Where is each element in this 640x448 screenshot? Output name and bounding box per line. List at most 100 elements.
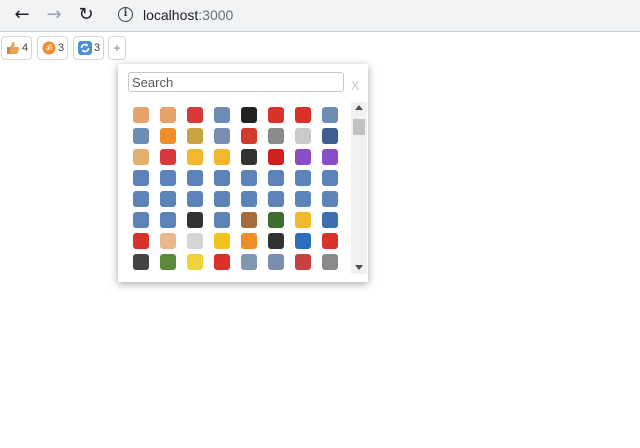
emoji-alien[interactable] xyxy=(265,125,287,147)
emoji-om[interactable] xyxy=(157,125,179,147)
ballot-box-check-icon xyxy=(133,254,149,270)
scroll-down-icon[interactable] xyxy=(355,265,363,270)
emoji-input-numbers[interactable] xyxy=(211,104,233,126)
emoji-airplane[interactable] xyxy=(211,125,233,147)
scroll-up-icon[interactable] xyxy=(355,105,363,110)
emoji-ant[interactable] xyxy=(238,146,260,168)
emoji-alarm-clock[interactable] xyxy=(238,125,260,147)
info-icon[interactable]: i xyxy=(118,7,133,22)
emoji-aerial-tramway[interactable] xyxy=(184,125,206,147)
emoji-articulated-lorry[interactable] xyxy=(265,209,287,231)
emoji-hundred[interactable] xyxy=(184,104,206,126)
emoji-anchor[interactable] xyxy=(319,125,341,147)
emoji-baby-bottle[interactable] xyxy=(184,230,206,252)
back-icon[interactable]: ← xyxy=(10,4,34,26)
back-icon xyxy=(268,233,284,249)
ambulance-icon xyxy=(295,128,311,144)
emoji-balloon[interactable] xyxy=(319,230,341,252)
emoji-bar-chart[interactable] xyxy=(265,251,287,273)
emoji-a-button[interactable] xyxy=(265,104,287,126)
arrow-down-icon xyxy=(214,170,230,186)
forward-icon[interactable]: → xyxy=(42,4,66,26)
emoji-arrow-right-hook[interactable] xyxy=(238,188,260,210)
thumbs-down-icon xyxy=(160,107,176,123)
emoji-art[interactable] xyxy=(238,209,260,231)
emoji-8-ball[interactable] xyxy=(238,104,260,126)
emoji-arrow-upper-right[interactable] xyxy=(157,209,179,231)
emoji-arrow-up-small[interactable] xyxy=(319,188,341,210)
scroll-thumb[interactable] xyxy=(353,119,365,135)
arrow-forward-icon xyxy=(268,170,284,186)
abcd-icon xyxy=(133,128,149,144)
emoji-arrow-up-down[interactable] xyxy=(292,188,314,210)
baggage-claim-icon xyxy=(295,233,311,249)
reaction-thumbs-up[interactable]: 4 xyxy=(1,36,32,60)
emoji-arrows-counterclockwise[interactable] xyxy=(211,209,233,231)
emoji-baby[interactable] xyxy=(157,230,179,252)
emoji-abc[interactable] xyxy=(319,104,341,126)
emoji-thumbs-down[interactable] xyxy=(157,104,179,126)
add-reaction-button[interactable]: + xyxy=(108,36,126,60)
emoji-baseball[interactable] xyxy=(319,251,341,273)
emoji-arrow-heading-up[interactable] xyxy=(319,167,341,189)
emoji-ab-button[interactable] xyxy=(292,104,314,126)
atm-icon xyxy=(322,212,338,228)
emoji-anguished[interactable] xyxy=(211,146,233,168)
emoji-astonished[interactable] xyxy=(292,209,314,231)
om-icon xyxy=(160,128,176,144)
emoji-arrow-upper-left[interactable] xyxy=(130,209,152,231)
emoji-bangbang[interactable] xyxy=(211,251,233,273)
emoji-abcd[interactable] xyxy=(130,125,152,147)
picker-scrollbar[interactable] xyxy=(351,102,367,274)
emoji-b-button[interactable] xyxy=(130,230,152,252)
emoji-banana[interactable] xyxy=(184,251,206,273)
emoji-baby-chick[interactable] xyxy=(211,230,233,252)
emoji-arrow-up[interactable] xyxy=(265,188,287,210)
emoji-arrow-lower-left[interactable] xyxy=(157,188,179,210)
url-port: :3000 xyxy=(198,7,234,23)
emoji-atm[interactable] xyxy=(319,209,341,231)
ab-button-icon xyxy=(295,107,311,123)
emoji-angry[interactable] xyxy=(184,146,206,168)
reload-icon[interactable]: ↻ xyxy=(74,4,98,26)
emoji-aquarius[interactable] xyxy=(292,146,314,168)
emoji-barber[interactable] xyxy=(292,251,314,273)
emoji-angel[interactable] xyxy=(130,146,152,168)
emoji-arrow-lower-right[interactable] xyxy=(184,188,206,210)
emoji-baby-symbol[interactable] xyxy=(238,230,260,252)
emoji-anger[interactable] xyxy=(157,146,179,168)
arrow-up-down-icon xyxy=(295,191,311,207)
emoji-arrow-left[interactable] xyxy=(130,188,152,210)
emoji-arrow-double-down[interactable] xyxy=(157,167,179,189)
arrow-double-up-icon xyxy=(187,170,203,186)
emoji-arrow-double-up[interactable] xyxy=(184,167,206,189)
emoji-arrow-forward[interactable] xyxy=(265,167,287,189)
a-button-icon xyxy=(268,107,284,123)
close-icon[interactable]: x xyxy=(351,76,360,94)
baby-icon xyxy=(160,233,176,249)
reaction-om[interactable]: ॐ 3 xyxy=(37,36,68,60)
emoji-arrow-down[interactable] xyxy=(211,167,233,189)
8-ball-icon xyxy=(241,107,257,123)
emoji-back[interactable] xyxy=(265,230,287,252)
angel-icon xyxy=(133,149,149,165)
emoji-thumbs-up[interactable] xyxy=(130,104,152,126)
arrows-counterclockwise-icon xyxy=(214,212,230,228)
reaction-arrows-counterclockwise[interactable]: 3 xyxy=(73,36,104,60)
emoji-arrow-right[interactable] xyxy=(211,188,233,210)
emoji-arrows-clockwise[interactable] xyxy=(184,209,206,231)
om-icon: ॐ xyxy=(42,41,56,55)
emoji-arrow-backward[interactable] xyxy=(130,167,152,189)
emoji-bamboo[interactable] xyxy=(157,251,179,273)
address-bar[interactable]: i localhost:3000 xyxy=(110,3,636,27)
emoji-aries[interactable] xyxy=(319,146,341,168)
emoji-arrow-down-small[interactable] xyxy=(238,167,260,189)
emoji-arrow-heading-down[interactable] xyxy=(292,167,314,189)
emoji-apple[interactable] xyxy=(265,146,287,168)
emoji-ambulance[interactable] xyxy=(292,125,314,147)
emoji-baggage-claim[interactable] xyxy=(292,230,314,252)
emoji-bank[interactable] xyxy=(238,251,260,273)
emoji-ballot-box-check[interactable] xyxy=(130,251,152,273)
emoji-search-input[interactable] xyxy=(128,72,344,92)
url-host: localhost xyxy=(143,7,199,23)
